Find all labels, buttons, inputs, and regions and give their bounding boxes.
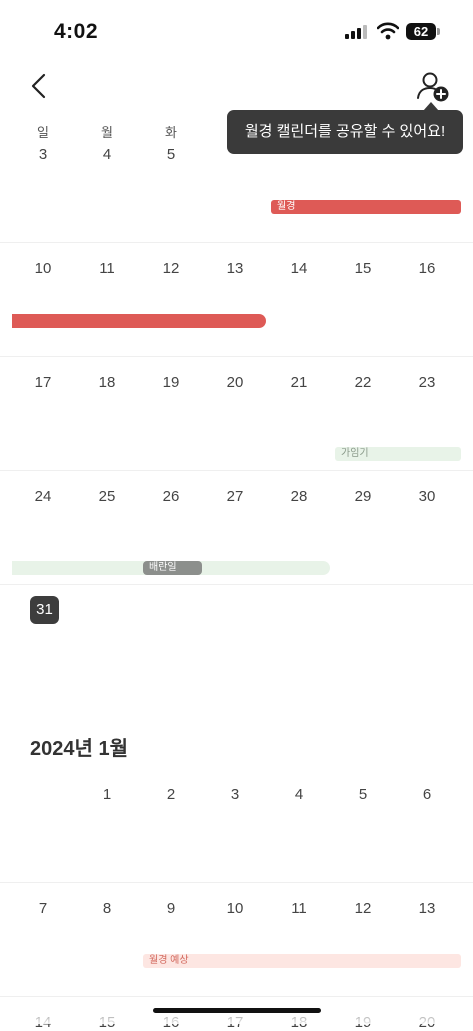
day-cell[interactable]: 26 [139,488,203,505]
share-user-add-icon[interactable] [414,70,454,104]
day-cell[interactable]: 22 [331,374,395,391]
day-cell[interactable]: 11 [267,900,331,917]
day-cell[interactable]: 19 [139,374,203,391]
today-marker[interactable]: 31 [30,596,59,624]
weekday-sun: 일 [37,125,49,140]
share-tooltip[interactable]: 월경 캘린더를 공유할 수 있어요! [227,110,463,154]
status-time: 4:02 [54,20,99,43]
day-cell[interactable]: 2 [139,786,203,803]
day-cell[interactable]: 4 [267,786,331,803]
day-cell[interactable]: 28 [267,488,331,505]
day-cell[interactable]: 3 [203,786,267,803]
day-cell[interactable]: 8 [75,900,139,917]
week-divider [0,584,473,585]
event-fertile[interactable]: 가임기 [335,447,461,461]
weekday-tue: 화 [165,125,177,140]
day-cell[interactable]: 15 [331,260,395,277]
month-title-january: 2024년 1월 [30,738,128,760]
event-period-continued[interactable] [12,314,266,328]
week-divider [0,356,473,357]
day-cell[interactable]: 21 [267,374,331,391]
home-indicator[interactable] [153,1008,321,1013]
week-divider [0,470,473,471]
wifi-icon [377,22,399,40]
day-cell[interactable]: 29 [331,488,395,505]
week-divider [0,242,473,243]
day-cell[interactable]: 5 [139,146,203,163]
day-cell[interactable]: 12 [331,900,395,917]
day-cell[interactable]: 6 [395,786,459,803]
day-cell[interactable]: 17 [11,374,75,391]
event-ovulation[interactable]: 배란일 [143,561,202,575]
day-cell[interactable]: 20 [203,374,267,391]
day-cell[interactable]: 18 [75,374,139,391]
day-cell[interactable]: 10 [11,260,75,277]
day-cell[interactable]: 12 [139,260,203,277]
day-cell[interactable]: 11 [75,260,139,277]
cellular-signal-icon [345,25,371,39]
battery-indicator: 62 [406,23,436,40]
day-cell[interactable]: 9 [139,900,203,917]
day-cell[interactable]: 25 [75,488,139,505]
event-period-forecast[interactable]: 월경 예상 [143,954,461,968]
day-cell[interactable]: 4 [75,146,139,163]
day-cell[interactable]: 3 [11,146,75,163]
event-period[interactable]: 월경 [271,200,461,214]
battery-tip [437,28,440,35]
day-cell[interactable]: 7 [11,900,75,917]
weekday-mon: 월 [101,125,113,140]
back-chevron-icon[interactable] [28,72,52,100]
day-cell[interactable]: 13 [395,900,459,917]
day-cell[interactable]: 14 [267,260,331,277]
day-cell[interactable]: 1 [75,786,139,803]
day-cell[interactable]: 10 [203,900,267,917]
week-divider [0,996,473,997]
day-cell[interactable]: 27 [203,488,267,505]
day-cell[interactable]: 13 [203,260,267,277]
day-cell[interactable]: 24 [11,488,75,505]
day-cell[interactable]: 16 [395,260,459,277]
day-cell[interactable]: 30 [395,488,459,505]
day-cell[interactable]: 23 [395,374,459,391]
day-cell[interactable]: 5 [331,786,395,803]
week-divider [0,882,473,883]
